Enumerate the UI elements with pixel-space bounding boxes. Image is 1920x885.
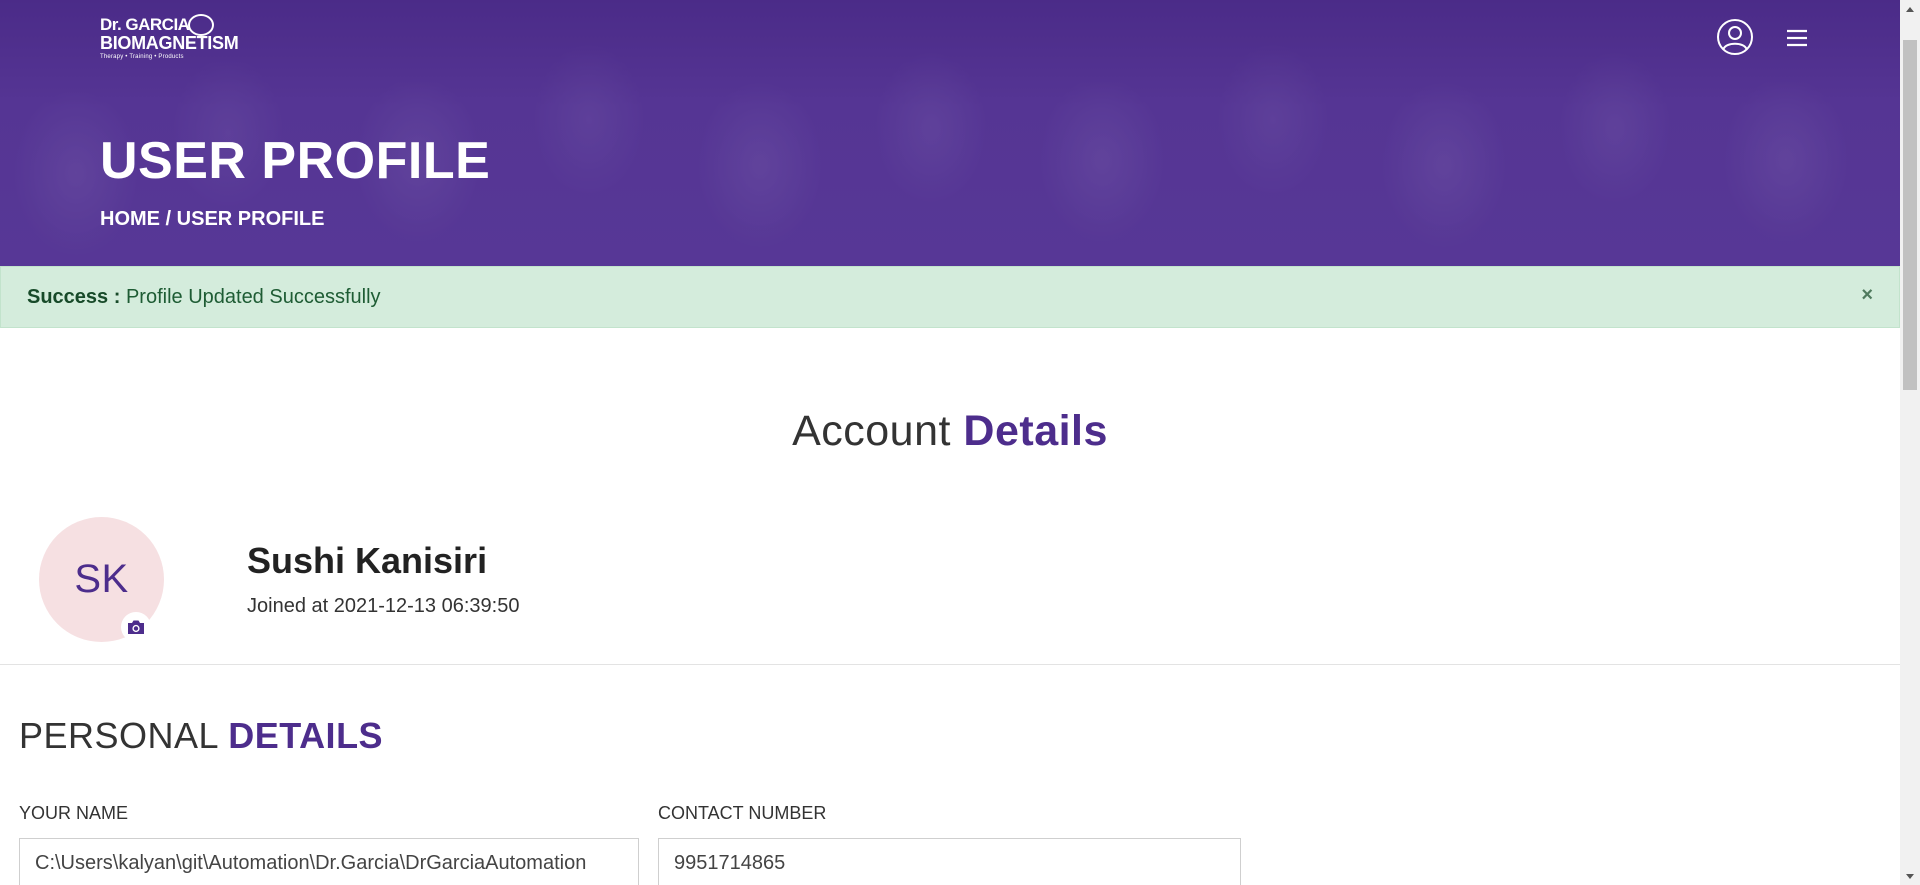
page-title: USER PROFILE [100, 132, 491, 190]
profile-name: Sushi Kanisiri [247, 540, 488, 581]
scroll-down-arrow-icon[interactable] [1900, 868, 1920, 885]
scroll-up-arrow-icon[interactable] [1900, 0, 1920, 17]
personal-details-heading: PERSONAL DETAILS [19, 718, 383, 754]
breadcrumb[interactable]: HOME / USER PROFILE [100, 209, 324, 229]
avatar-initials: SK [74, 557, 129, 601]
alert-label: Success : [27, 286, 121, 308]
contact-number-field[interactable] [658, 838, 1241, 885]
personal-heading-bold: DETAILS [228, 715, 384, 756]
hero-banner: Dr. GARCIA BIOMAGNETISM Therapy • Traini… [0, 0, 1900, 266]
page-scrollbar[interactable] [1900, 0, 1920, 885]
account-heading-light: Account [792, 407, 964, 455]
account-details-heading: Account Details [0, 410, 1900, 453]
success-alert: Success : Profile Updated Successfully × [0, 266, 1900, 328]
brand-logo[interactable]: Dr. GARCIA BIOMAGNETISM Therapy • Traini… [100, 14, 239, 60]
logo-line-1: Dr. GARCIA [100, 15, 190, 34]
close-icon[interactable]: × [1861, 285, 1873, 305]
change-photo-button[interactable] [121, 612, 151, 642]
joined-date: Joined at 2021-12-13 06:39:50 [247, 595, 520, 617]
logo-swirl-icon [188, 14, 214, 36]
logo-tagline: Therapy • Training • Products [100, 54, 184, 60]
alert-message: Profile Updated Successfully [120, 286, 381, 308]
personal-heading-light: PERSONAL [19, 715, 229, 756]
contact-field-label: CONTACT NUMBER [658, 803, 827, 823]
scrollbar-thumb[interactable] [1903, 40, 1917, 390]
alert-text: Success : Profile Updated Successfully [27, 287, 381, 307]
camera-icon [128, 620, 144, 634]
section-divider [0, 664, 1900, 665]
account-heading-bold: Details [963, 407, 1108, 455]
hamburger-menu-icon[interactable] [1783, 26, 1811, 50]
name-field-label: YOUR NAME [19, 803, 129, 823]
user-circle-icon[interactable] [1716, 18, 1754, 56]
logo-line-2: BIOMAGNETISM [100, 33, 239, 53]
name-field[interactable] [19, 838, 639, 885]
